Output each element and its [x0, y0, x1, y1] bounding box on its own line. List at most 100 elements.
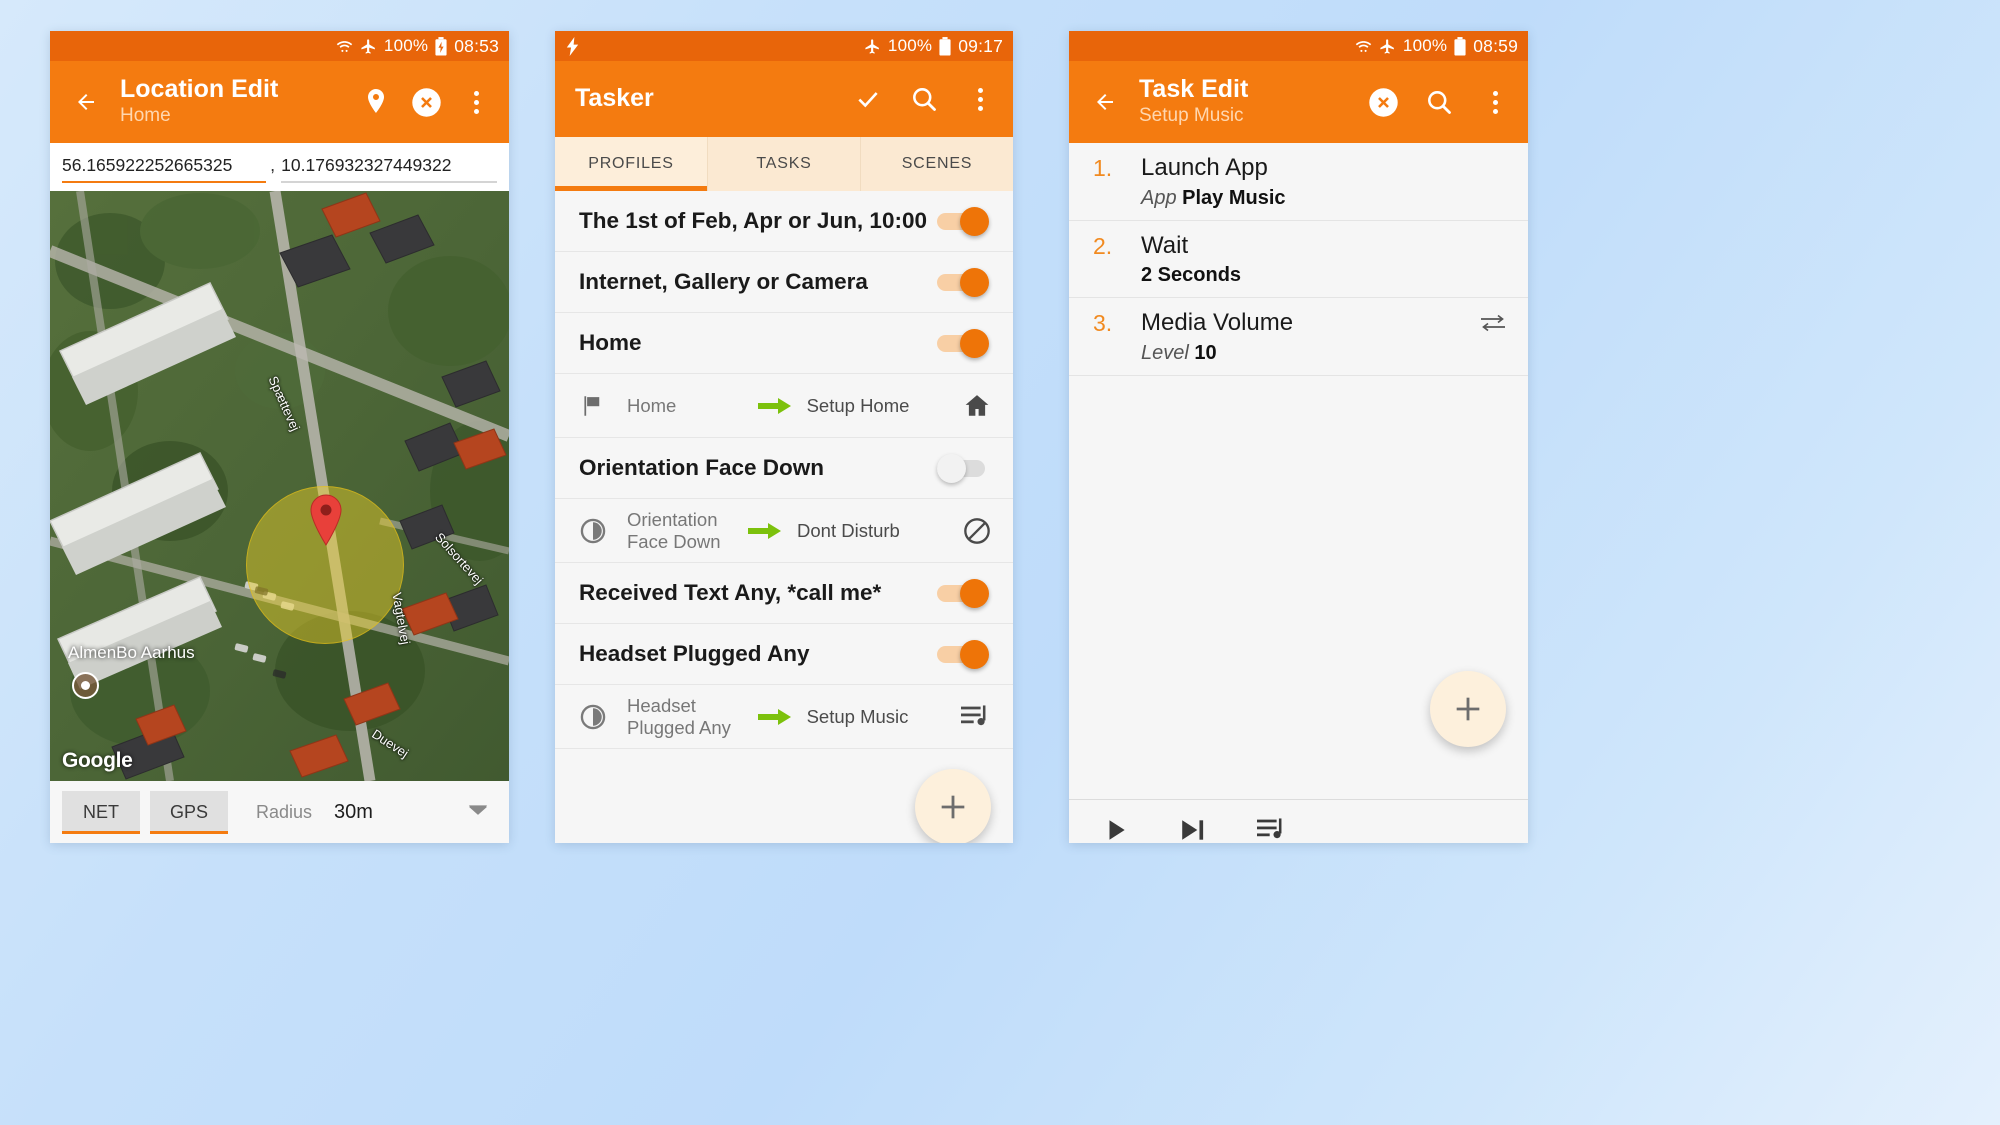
profile-toggle[interactable] [937, 639, 991, 669]
add-profile-button[interactable] [915, 769, 991, 843]
tab-bar: PROFILES TASKS SCENES [555, 137, 1013, 191]
profile-context-name: Home [627, 394, 677, 416]
action-param-value: Play Music [1182, 186, 1286, 209]
map-place-name: AlmenBo Aarhus [68, 643, 195, 662]
close-circle-icon[interactable] [1366, 85, 1400, 119]
latitude-underline [62, 181, 267, 183]
battery-percent: 100% [1402, 36, 1448, 55]
list-item[interactable]: 1. Launch App App Play Music [1069, 143, 1528, 221]
page-title: Task Edit [1139, 74, 1249, 103]
profile-context-name: Orientation Face Down [627, 508, 721, 552]
battery-charging-icon [435, 36, 447, 56]
arrow-back-icon[interactable] [1085, 90, 1125, 114]
tab-scenes[interactable]: SCENES [861, 137, 1013, 191]
map-imagery [50, 191, 509, 781]
action-param-value: 10 [1194, 342, 1217, 365]
app-bar-actions [1366, 85, 1512, 119]
do-not-disturb-icon[interactable] [951, 517, 991, 545]
status-bar: 100% 08:53 [50, 31, 509, 61]
profile-toggle[interactable] [937, 206, 991, 236]
gps-button[interactable]: GPS [150, 790, 228, 834]
page-title: Location Edit [120, 74, 279, 103]
longitude-input[interactable]: 10.176932327449322 [281, 155, 497, 183]
app-bar: Tasker [555, 61, 1013, 137]
action-body: Media Volume Level 10 [1141, 308, 1466, 365]
location-pin-marker[interactable] [308, 494, 344, 551]
task-actions-list[interactable]: 1. Launch App App Play Music 2. Wait 2 S… [1069, 143, 1528, 799]
action-title: Wait [1141, 231, 1189, 259]
radius-value[interactable]: 30m [334, 801, 373, 824]
action-param-label: Level [1141, 342, 1189, 365]
profile-detail-row[interactable]: Orientation Face Down Dont Disturb [555, 499, 1013, 563]
airplane-icon [360, 38, 377, 55]
page-title: Tasker [575, 84, 654, 113]
action-subtitle: 2 Seconds [1141, 264, 1466, 287]
home-icon[interactable] [951, 393, 991, 419]
phone-screenshot-location-edit: 100% 08:53 Location Edit Home 56.1659222… [50, 31, 509, 843]
swap-icon[interactable] [1466, 308, 1506, 332]
map-pin-icon[interactable] [359, 85, 393, 119]
chevron-down-icon[interactable] [467, 803, 489, 822]
overflow-menu-icon[interactable] [963, 82, 997, 116]
profile-toggle[interactable] [937, 267, 991, 297]
page-subtitle: Home [120, 105, 171, 127]
search-icon[interactable] [907, 82, 941, 116]
profile-toggle[interactable] [937, 453, 991, 483]
phone-screenshot-task-edit: 100% 08:59 Task Edit Setup Music 1. Laun… [1069, 31, 1528, 843]
profile-toggle[interactable] [937, 328, 991, 358]
list-item[interactable]: Internet, Gallery or Camera [555, 252, 1013, 313]
google-attribution: Google [62, 749, 133, 772]
profile-name: Received Text Any, *call me* [579, 580, 882, 605]
tab-profiles[interactable]: PROFILES [555, 137, 708, 191]
profile-detail-row[interactable]: Home Setup Home [555, 374, 1013, 438]
overflow-menu-icon[interactable] [1478, 85, 1512, 119]
flag-icon [579, 393, 613, 419]
phone-screenshot-tasker-profiles: 100% 09:17 Tasker PROFILES TASKS SCENES [555, 31, 1013, 843]
latitude-input[interactable]: 56.165922252665325 [62, 155, 267, 183]
longitude-underline [281, 181, 497, 183]
battery-icon [939, 36, 951, 56]
airplane-icon [864, 38, 881, 55]
longitude-value: 10.176932327449322 [281, 155, 452, 175]
coordinate-separator: , [270, 155, 276, 175]
wifi-icon [1355, 39, 1372, 53]
add-action-button[interactable] [1430, 671, 1506, 747]
tab-tasks[interactable]: TASKS [708, 137, 861, 191]
action-subtitle: App Play Music [1141, 187, 1466, 210]
list-item[interactable]: Home [555, 313, 1013, 374]
profile-toggle[interactable] [937, 578, 991, 608]
list-item[interactable]: The 1st of Feb, Apr or Jun, 10:00 [555, 191, 1013, 252]
check-icon[interactable] [851, 82, 885, 116]
playlist-icon[interactable] [951, 704, 991, 730]
net-button[interactable]: NET [62, 790, 140, 834]
list-item[interactable]: Orientation Face Down [555, 438, 1013, 499]
battery-icon [1454, 36, 1466, 56]
profile-task-name: Setup Music [806, 705, 909, 727]
action-title: Launch App [1141, 154, 1268, 181]
orientation-icon [579, 517, 613, 545]
list-item[interactable]: 3. Media Volume Level 10 [1069, 298, 1528, 377]
list-item[interactable]: 2. Wait 2 Seconds [1069, 221, 1528, 299]
orientation-icon [579, 703, 613, 731]
action-right-slot [1466, 231, 1506, 237]
action-param-value: 2 Seconds [1141, 264, 1242, 287]
profiles-list[interactable]: The 1st of Feb, Apr or Jun, 10:00 Intern… [555, 191, 1013, 843]
app-bar-actions [851, 82, 997, 116]
close-circle-icon[interactable] [409, 85, 443, 119]
satellite-map[interactable]: Spættevej Solsortevej Vagtelvej Duevej A… [50, 191, 509, 781]
clock: 09:17 [958, 35, 1003, 56]
playlist-icon[interactable] [1257, 817, 1287, 843]
app-bar-actions [359, 85, 493, 119]
play-icon[interactable] [1103, 817, 1129, 843]
arrow-right-icon [753, 706, 797, 728]
list-item[interactable]: Headset Plugged Any [555, 624, 1013, 685]
arrow-back-icon[interactable] [66, 90, 106, 114]
airplane-icon [1379, 38, 1396, 55]
profile-detail-row[interactable]: Headset Plugged Any Setup Music [555, 685, 1013, 749]
search-icon[interactable] [1422, 85, 1456, 119]
app-bar-titles: Location Edit Home [106, 75, 359, 129]
step-forward-icon[interactable] [1179, 817, 1207, 843]
app-bar: Location Edit Home [50, 61, 509, 143]
overflow-menu-icon[interactable] [459, 85, 493, 119]
list-item[interactable]: Received Text Any, *call me* [555, 563, 1013, 624]
